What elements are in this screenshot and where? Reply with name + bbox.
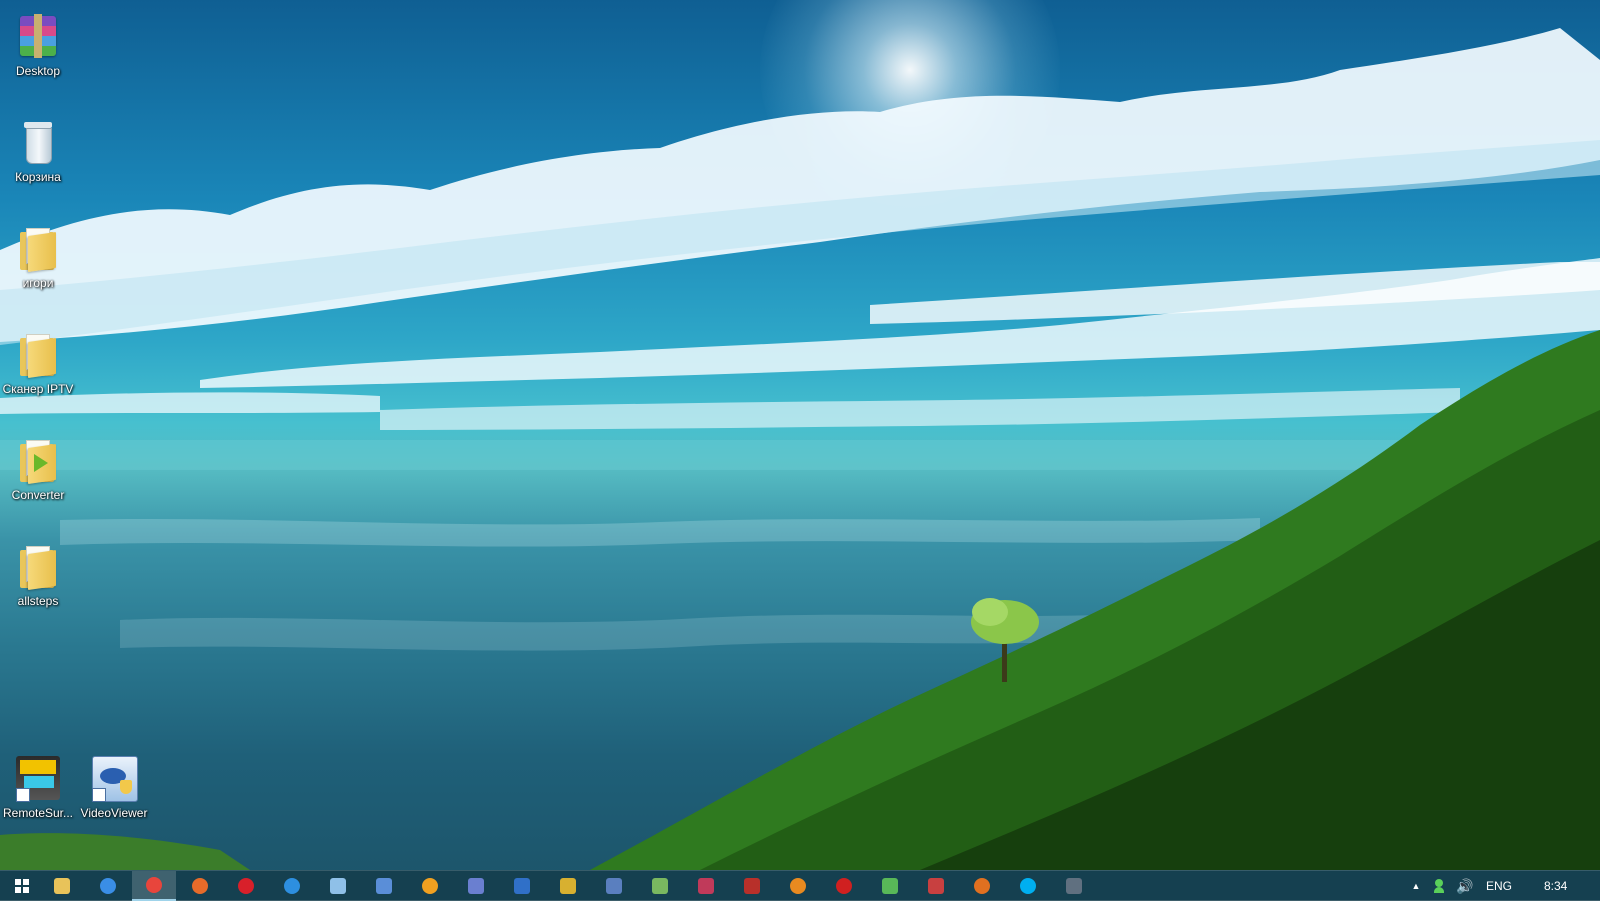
taskbar-app-button[interactable] — [546, 871, 590, 901]
taskbar-app-button[interactable] — [178, 871, 222, 901]
remote-desktop-icon — [376, 878, 392, 894]
folder-icon — [14, 542, 62, 590]
taskbar-app-button[interactable] — [914, 871, 958, 901]
start-button[interactable] — [0, 871, 44, 901]
show-hidden-icons-button[interactable]: ▲ — [1408, 871, 1424, 901]
desktop-icon-scanner-iptv-folder[interactable]: Сканер IPTV — [0, 324, 76, 420]
small-app-icon — [1066, 878, 1082, 894]
document-editor-icon — [468, 878, 484, 894]
taskbar-app-button[interactable] — [362, 871, 406, 901]
chrome-icon — [146, 877, 162, 893]
recycle-bin-icon — [14, 118, 62, 166]
file-explorer-icon — [54, 878, 70, 894]
clock-time[interactable]: 8:34 — [1544, 871, 1567, 901]
taskbar-app-button[interactable] — [960, 871, 1004, 901]
taskbar-app-button[interactable] — [500, 871, 544, 901]
desktop-icon-label: Корзина — [15, 170, 61, 184]
flag-app-icon — [928, 878, 944, 894]
opera-icon — [238, 878, 254, 894]
taskbar-app-button[interactable] — [868, 871, 912, 901]
taskbar-app-button[interactable] — [776, 871, 820, 901]
taskbar-app-button[interactable] — [592, 871, 636, 901]
shortcut-arrow-icon — [92, 788, 106, 802]
avast-icon — [422, 878, 438, 894]
taskbar-app-button[interactable] — [730, 871, 774, 901]
network-tool-icon — [330, 878, 346, 894]
puzzle-app-icon — [560, 878, 576, 894]
desktop-icon-remotesurveillance[interactable]: RemoteSur... — [0, 748, 76, 844]
taskbar-app-button[interactable] — [454, 871, 498, 901]
taskbar-app-button[interactable] — [40, 871, 84, 901]
desktop-icon-label: Desktop — [15, 64, 61, 78]
desktop-icon-label: RemoteSur... — [2, 806, 74, 820]
taskbar-app-button[interactable] — [132, 871, 176, 901]
language-indicator[interactable]: ENG — [1486, 871, 1512, 901]
dvr-net-shortcut-icon — [14, 754, 62, 802]
taskbar: ▲ 🔊 ENG 8:34 — [0, 870, 1600, 901]
folder-icon — [14, 330, 62, 378]
desktop-icon-label: VideoViewer — [80, 806, 148, 820]
skype-icon — [1020, 878, 1036, 894]
virtualbox-icon — [606, 878, 622, 894]
taskbar-app-button[interactable] — [638, 871, 682, 901]
play-arrow-icon — [34, 454, 48, 472]
taskbar-app-button[interactable] — [86, 871, 130, 901]
r-studio-icon — [698, 878, 714, 894]
taskbar-app-button[interactable] — [408, 871, 452, 901]
landscape-art — [0, 28, 1600, 870]
speaker-icon[interactable]: 🔊 — [1456, 871, 1473, 901]
taskbar-app-button[interactable] — [1006, 871, 1050, 901]
videoviewer-shortcut-icon — [90, 754, 138, 802]
folder-icon — [14, 436, 62, 484]
desktop-icon-desktop[interactable]: Desktop — [0, 6, 76, 102]
user-status-icon[interactable] — [1434, 879, 1444, 893]
taskbar-app-button[interactable] — [1052, 871, 1096, 901]
windows-start-icon — [15, 879, 29, 893]
photo-app-icon — [882, 878, 898, 894]
desktop-icon-label: Сканер IPTV — [2, 382, 74, 396]
winrar-archive-icon — [14, 12, 62, 60]
desktop-icon-recycle-bin[interactable]: Корзина — [0, 112, 76, 208]
media-player-icon — [974, 878, 990, 894]
taskbar-app-button[interactable] — [684, 871, 728, 901]
desktop-icon-converter-folder[interactable]: Converter — [0, 430, 76, 526]
browser-globe-icon — [100, 878, 116, 894]
notepad-plus-icon — [652, 878, 668, 894]
taskbar-app-button[interactable] — [822, 871, 866, 901]
teamviewer-icon — [284, 878, 300, 894]
folder-icon — [14, 224, 62, 272]
taskbar-app-button[interactable] — [270, 871, 314, 901]
desktop-icon-igori-folder[interactable]: игори — [0, 218, 76, 314]
shortcut-arrow-icon — [16, 788, 30, 802]
desktop-icon-videoviewer[interactable]: VideoViewer — [76, 748, 152, 844]
save-disk-icon — [514, 878, 530, 894]
desktop-icon-label: allsteps — [17, 594, 59, 608]
daemon-tools-icon — [790, 878, 806, 894]
desktop-icon-label: Converter — [11, 488, 65, 502]
desktop-icon-allsteps-folder[interactable]: allsteps — [0, 536, 76, 632]
bug-app-icon — [836, 878, 852, 894]
taskbar-app-button[interactable] — [224, 871, 268, 901]
taskbar-app-button[interactable] — [316, 871, 360, 901]
malware-tool-icon — [744, 878, 760, 894]
desktop-wallpaper — [0, 0, 1600, 900]
firefox-icon — [192, 878, 208, 894]
desktop-icon-label: игори — [22, 276, 54, 290]
